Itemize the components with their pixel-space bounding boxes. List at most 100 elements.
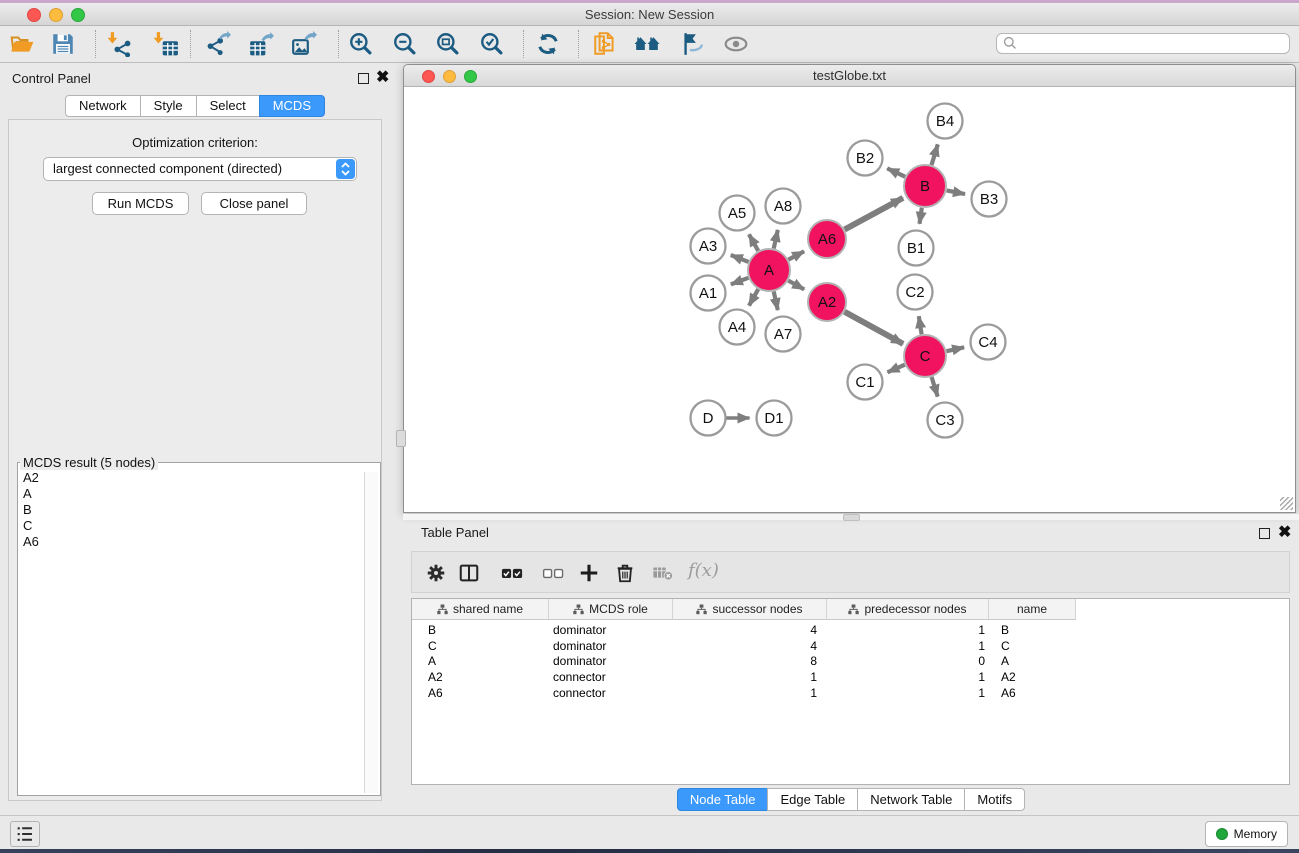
minimize-traffic-light[interactable] xyxy=(443,70,456,83)
edge-A6-B[interactable] xyxy=(845,198,903,230)
edge-C-C4[interactable] xyxy=(947,347,965,351)
tab-mcds[interactable]: MCDS xyxy=(259,95,325,117)
function-builder-icon[interactable]: f(x) xyxy=(688,560,719,581)
hide-graphics-details-icon[interactable] xyxy=(675,28,707,60)
edge-B-B1[interactable] xyxy=(920,208,922,224)
node-B[interactable]: B xyxy=(904,165,946,207)
home-icon[interactable] xyxy=(631,28,663,60)
tab-edge-table[interactable]: Edge Table xyxy=(767,788,858,811)
table-cell[interactable]: 1 xyxy=(827,623,989,637)
network-canvas[interactable]: A5A8A3A1A4A7B2B4B3B1C2C4C1C3DD1A6A2ABC xyxy=(404,87,1295,512)
table-cell[interactable]: 1 xyxy=(673,686,827,700)
table-cell[interactable]: A xyxy=(989,654,1076,668)
close-traffic-light[interactable] xyxy=(27,8,41,22)
table-row[interactable]: Adominator80A xyxy=(412,653,1289,669)
zoom-in-icon[interactable] xyxy=(345,28,377,60)
tab-motifs[interactable]: Motifs xyxy=(964,788,1025,811)
table-cell[interactable]: connector xyxy=(549,670,673,684)
float-panel-icon[interactable] xyxy=(1259,528,1270,539)
table-cell[interactable]: A xyxy=(412,654,549,668)
new-session-from-network-icon[interactable] xyxy=(589,28,621,60)
zoom-selected-icon[interactable] xyxy=(476,28,508,60)
table-cell[interactable]: A2 xyxy=(412,670,549,684)
table-cell[interactable]: C xyxy=(412,639,549,653)
edge-A-A6[interactable] xyxy=(788,251,804,259)
save-session-icon[interactable] xyxy=(47,28,79,60)
edge-B-B3[interactable] xyxy=(947,190,965,194)
edge-A-A4[interactable] xyxy=(749,289,758,305)
table-cell[interactable]: 1 xyxy=(827,686,989,700)
search-input[interactable] xyxy=(1019,35,1289,53)
open-session-icon[interactable] xyxy=(6,28,38,60)
edge-A2-C[interactable] xyxy=(845,312,904,344)
edge-A-A1[interactable] xyxy=(731,278,749,285)
edge-A-A7[interactable] xyxy=(774,292,778,311)
node-A[interactable]: A xyxy=(748,249,790,291)
export-image-icon[interactable] xyxy=(288,28,320,60)
edge-C-C2[interactable] xyxy=(919,316,922,334)
node-A4[interactable]: A4 xyxy=(720,310,755,345)
deselect-all-icon[interactable] xyxy=(540,560,566,586)
edge-A-A8[interactable] xyxy=(774,230,778,249)
column-header-successor-nodes[interactable]: successor nodes xyxy=(673,599,827,620)
table-row[interactable]: Bdominator41B xyxy=(412,622,1289,638)
zoom-out-icon[interactable] xyxy=(389,28,421,60)
edge-C-C1[interactable] xyxy=(888,365,905,373)
float-panel-icon[interactable] xyxy=(358,73,369,84)
edge-B-B4[interactable] xyxy=(932,144,938,165)
close-panel-icon[interactable]: ✖ xyxy=(1278,527,1291,539)
node-D[interactable]: D xyxy=(691,401,726,436)
table-cell[interactable]: 1 xyxy=(673,670,827,684)
node-A2[interactable]: A2 xyxy=(808,283,846,321)
edge-A-A5[interactable] xyxy=(749,234,758,250)
memory-button[interactable]: Memory xyxy=(1205,821,1288,847)
import-network-icon[interactable] xyxy=(104,28,136,60)
node-A1[interactable]: A1 xyxy=(691,276,726,311)
node-B4[interactable]: B4 xyxy=(928,104,963,139)
table-cell[interactable]: A6 xyxy=(989,686,1076,700)
table-cell[interactable]: 4 xyxy=(673,639,827,653)
task-history-button[interactable] xyxy=(10,821,40,847)
table-cell[interactable]: 4 xyxy=(673,623,827,637)
table-row[interactable]: Cdominator41C xyxy=(412,638,1289,654)
tab-node-table[interactable]: Node Table xyxy=(677,788,769,811)
table-cell[interactable]: B xyxy=(412,623,549,637)
node-C1[interactable]: C1 xyxy=(848,365,883,400)
table-cell[interactable]: dominator xyxy=(549,639,673,653)
table-cell[interactable]: 1 xyxy=(827,639,989,653)
zoom-fit-icon[interactable] xyxy=(432,28,464,60)
refresh-icon[interactable] xyxy=(532,28,564,60)
delete-column-icon[interactable] xyxy=(612,560,638,586)
mcds-result-item[interactable]: B xyxy=(18,502,380,518)
table-cell[interactable]: C xyxy=(989,639,1076,653)
node-B2[interactable]: B2 xyxy=(848,141,883,176)
table-cell[interactable]: dominator xyxy=(549,654,673,668)
edge-A-A2[interactable] xyxy=(788,281,804,290)
add-column-icon[interactable] xyxy=(576,560,602,586)
edge-C-C3[interactable] xyxy=(932,377,938,397)
table-cell[interactable]: 8 xyxy=(673,654,827,668)
export-network-icon[interactable] xyxy=(202,28,234,60)
mcds-result-item[interactable]: C xyxy=(18,518,380,534)
edge-A-A3[interactable] xyxy=(731,255,749,262)
table-cell[interactable]: dominator xyxy=(549,623,673,637)
show-graphics-details-icon[interactable] xyxy=(720,28,752,60)
zoom-traffic-light[interactable] xyxy=(71,8,85,22)
node-A6[interactable]: A6 xyxy=(808,220,846,258)
tab-network[interactable]: Network xyxy=(65,95,141,117)
close-panel-icon[interactable]: ✖ xyxy=(376,72,389,84)
node-A7[interactable]: A7 xyxy=(766,317,801,352)
table-row[interactable]: A6connector11A6 xyxy=(412,685,1289,701)
table-cell[interactable]: B xyxy=(989,623,1076,637)
table-cell[interactable]: 1 xyxy=(827,670,989,684)
column-header-MCDS-role[interactable]: MCDS role xyxy=(549,599,673,620)
mcds-result-item[interactable]: A2 xyxy=(18,470,380,486)
select-all-icon[interactable] xyxy=(499,560,525,586)
mcds-result-item[interactable]: A6 xyxy=(18,534,380,550)
mcds-result-item[interactable]: A xyxy=(18,486,380,502)
minimize-traffic-light[interactable] xyxy=(49,8,63,22)
edge-B-B2[interactable] xyxy=(887,168,905,176)
zoom-traffic-light[interactable] xyxy=(464,70,477,83)
table-cell[interactable]: A2 xyxy=(989,670,1076,684)
column-header-name[interactable]: name xyxy=(989,599,1076,620)
